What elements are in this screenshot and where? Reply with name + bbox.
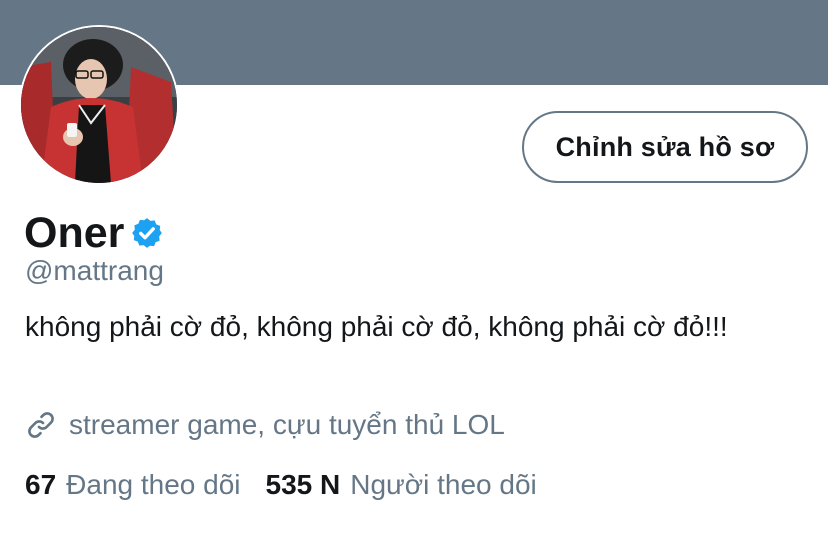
following-count: 67 — [25, 469, 57, 500]
display-name: Oner — [24, 208, 125, 257]
following-stat[interactable]: 67 Đang theo dõi — [25, 469, 241, 501]
verified-badge-icon — [130, 216, 164, 250]
profile-url-row[interactable]: streamer game, cựu tuyển thủ LOL — [25, 405, 505, 445]
edit-profile-button[interactable]: Chỉnh sửa hồ sơ — [522, 111, 808, 183]
avatar-image — [21, 27, 177, 183]
followers-stat[interactable]: 535 N Người theo dõi — [266, 469, 537, 501]
link-icon — [25, 409, 57, 441]
profile-url-text[interactable]: streamer game, cựu tuyển thủ LOL — [69, 409, 505, 441]
follow-stats: 67 Đang theo dõi 535 N Người theo dõi — [25, 465, 537, 505]
followers-label: Người theo dõi — [350, 469, 537, 500]
avatar[interactable] — [19, 25, 179, 185]
followers-count: 535 N — [265, 469, 341, 500]
following-label: Đang theo dõi — [66, 469, 241, 500]
user-handle: @mattrang — [25, 255, 164, 286]
name-row: Oner — [24, 205, 164, 261]
profile-bio: không phải cờ đỏ, không phải cờ đỏ, khôn… — [25, 311, 728, 342]
profile-page: Chỉnh sửa hồ sơ Oner @mattrang không phả… — [0, 0, 828, 540]
